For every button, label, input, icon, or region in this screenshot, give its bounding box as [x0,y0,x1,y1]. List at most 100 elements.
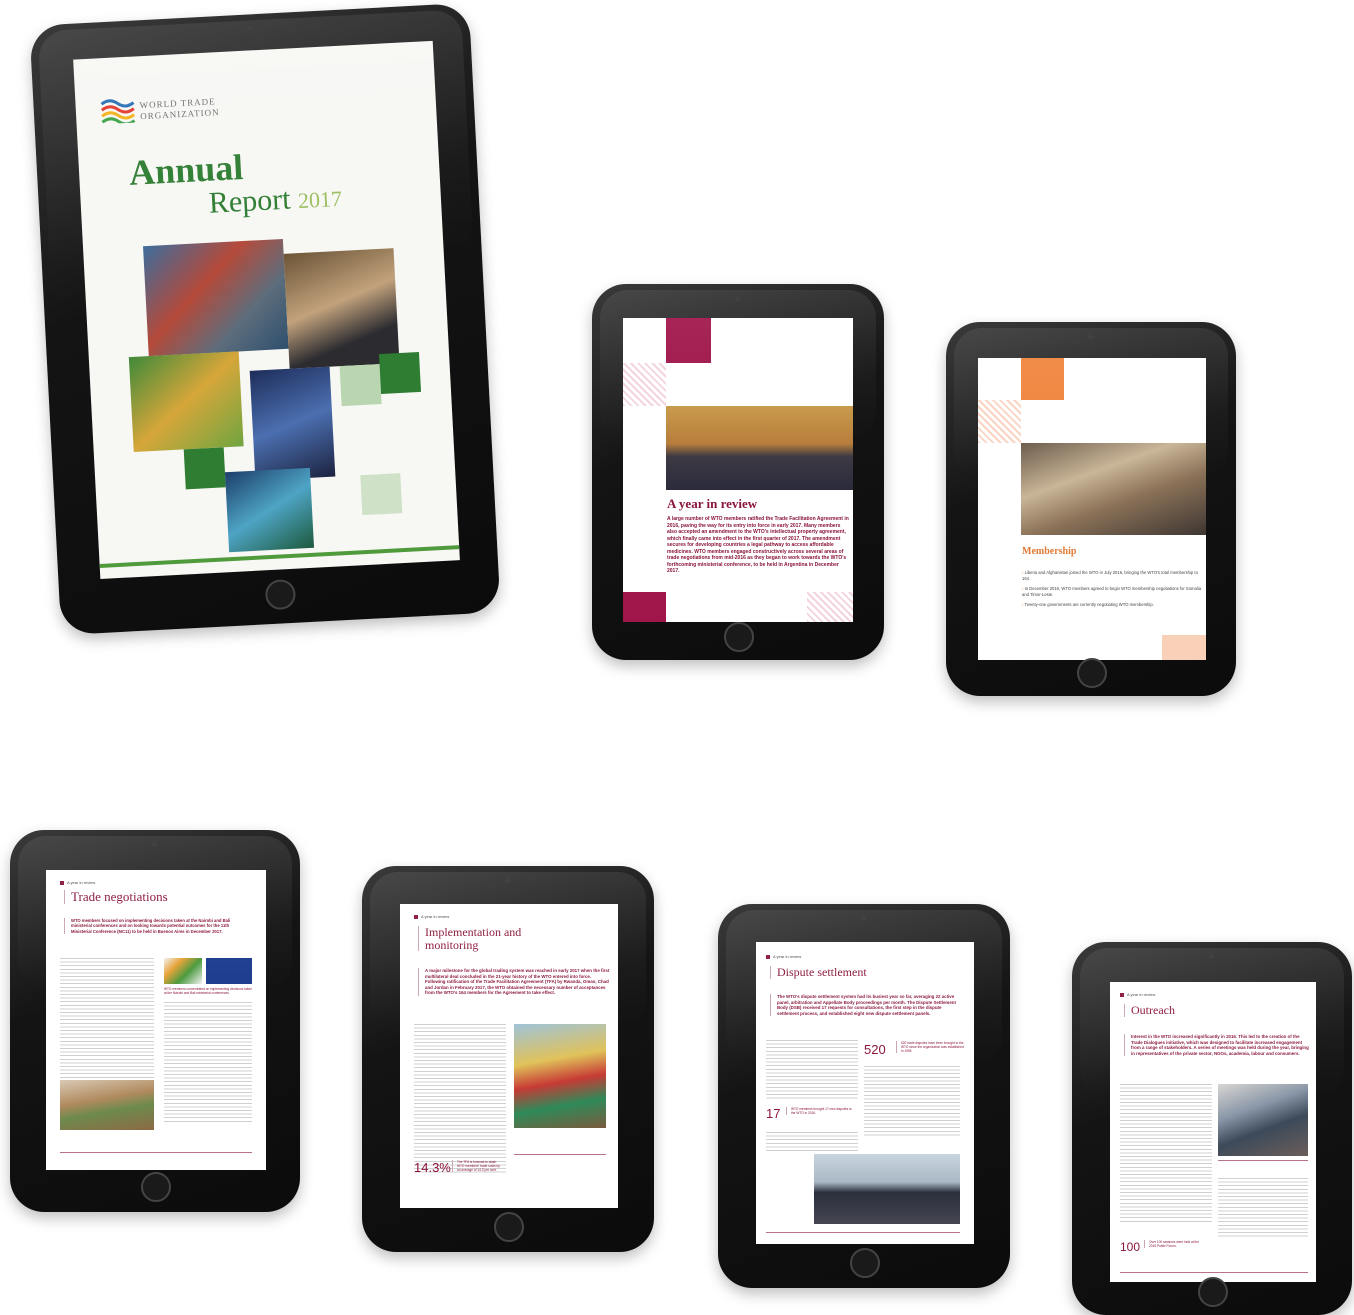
home-button[interactable] [494,1212,524,1242]
membership-bullet-text-3: Twenty-one governments are currently neg… [1024,602,1154,607]
home-button[interactable] [850,1248,880,1278]
membership-bullet-text-1: Liberia and Afghanistan joined the WTO i… [1022,570,1198,581]
photo-forum [1218,1084,1308,1156]
membership-bullet-1: › Liberia and Afghanistan joined the WTO… [1022,570,1202,581]
hatched-square-orange-bottom [1162,635,1206,660]
implementation-stat-label: The TFA is forecast to slash WTO members… [452,1160,503,1173]
photo-market [60,1080,154,1130]
implementation-screen: A year in review Implementation and moni… [400,904,618,1208]
dispute-lead: The WTO's dispute settlement system had … [770,994,963,1016]
outreach-screen: A year in review Outreach Interest in th… [1110,982,1316,1282]
cover-report-word: Report [208,182,292,220]
cover-title-report: Report 2017 [208,180,343,221]
camera [1088,334,1093,339]
dispute-stat1-label: 520 trade disputes have been brought to … [896,1041,965,1054]
trade-body-col1 [60,958,154,1078]
footer-rule [1120,1272,1308,1273]
home-button[interactable] [264,578,297,611]
kicker: A year in review [60,880,95,885]
trade-title: Trade negotiations [64,890,168,904]
membership-bullet-text-2: In December 2016, WTO members agreed to … [1022,586,1202,597]
dispute-body-col3 [766,1132,858,1152]
trade-lead: WTO members focused on implementing deci… [64,918,251,934]
home-button[interactable] [1077,658,1107,688]
tablet-outreach: A year in review Outreach Interest in th… [1072,942,1352,1315]
photo-mc11-logo [164,958,202,984]
kicker: A year in review [1120,992,1155,997]
home-button[interactable] [724,622,754,652]
implementation-title-line1: Implementation and [425,925,522,939]
tablet-implementation: A year in review Implementation and moni… [362,866,654,1252]
trade-screen: A year in review Trade negotiations WTO … [46,870,266,1170]
photo-meeting [1021,443,1206,535]
photo-director [249,366,336,481]
outreach-stat-value: 100 [1120,1240,1141,1254]
tablet-year-in-review: A year in review A large number of WTO m… [592,284,884,660]
magenta-square [666,318,711,363]
dispute-stat2-value: 17 [766,1106,781,1121]
outreach-body-col1 [1120,1084,1212,1224]
dispute-screen: A year in review Dispute settlement The … [756,942,974,1244]
implementation-title: Implementation and monitoring [418,925,522,952]
photo-delegates [814,1154,960,1224]
kicker: A year in review [414,914,449,919]
hatched-square-orange [978,400,1021,443]
home-button[interactable] [1198,1277,1228,1307]
camera [1209,954,1214,959]
tablet-trade-negotiations: A year in review Trade negotiations WTO … [10,830,300,1212]
dispute-body-col2 [864,1066,960,1136]
trade-body-col2 [164,1002,252,1122]
green-square-2 [378,351,422,395]
implementation-lead: A major milestone for the global trading… [418,968,611,996]
green-square-1 [339,364,382,407]
dispute-body-col1 [766,1040,858,1100]
camera [505,878,510,883]
caption-rule [1218,1160,1308,1161]
year-review-screen: A year in review A large number of WTO m… [623,318,853,622]
photo-speaker [283,248,400,369]
cover-screen: WORLD TRADE ORGANIZATION Annual Report 2… [73,40,460,579]
outreach-stat-label: Over 100 sessions were held at the 2016 … [1144,1240,1205,1249]
outreach-lead: Interest in the WTO increased significan… [1124,1034,1311,1056]
camera [735,296,740,301]
orange-square [1021,358,1064,400]
outreach-body-col2 [1218,1178,1308,1238]
org-name: WORLD TRADE ORGANIZATION [139,96,220,122]
tablet-membership: Membership › Liberia and Afghanistan joi… [946,322,1236,696]
photo-truck [514,1024,606,1128]
footer-rule [514,1154,606,1155]
camera [861,916,866,921]
hatched-square-bottom [807,592,853,622]
membership-bullet-2: › In December 2016, WTO members agreed t… [1022,586,1202,597]
tablet-cover: WORLD TRADE ORGANIZATION Annual Report 2… [29,2,501,636]
camera [246,26,252,32]
trade-caption: WTO members concentrated on implementing… [164,987,252,996]
home-button[interactable] [141,1172,171,1202]
kicker: A year in review [766,954,801,959]
hatched-square [623,363,666,406]
photo-farmer [128,351,244,453]
outreach-title: Outreach [1124,1004,1175,1017]
footer-rule [766,1232,960,1233]
membership-bullet-3: › Twenty-one governments are currently n… [1022,602,1202,608]
photo-data [224,467,315,553]
green-square-3 [183,447,226,490]
implementation-body [414,1024,506,1174]
footer-rule [60,1152,252,1153]
camera [152,842,157,847]
year-review-heading: A year in review [667,496,758,511]
wto-logo [99,96,136,126]
photo-conference [666,406,853,490]
magenta-square-bottom [623,592,666,622]
cover-year: 2017 [297,185,343,214]
dispute-stat1-value: 520 [864,1042,886,1057]
green-square-4 [360,473,403,516]
year-review-body: A large number of WTO members ratified t… [667,516,849,574]
implementation-title-line2: monitoring [425,937,479,952]
photo-banner [206,958,252,984]
membership-heading: Membership [1022,546,1077,557]
dispute-title: Dispute settlement [770,966,867,979]
implementation-stat-value: 14.3% [414,1160,451,1175]
membership-screen: Membership › Liberia and Afghanistan joi… [978,358,1206,660]
dispute-stat2-label: WTO members brought 17 new disputes to t… [786,1107,857,1116]
